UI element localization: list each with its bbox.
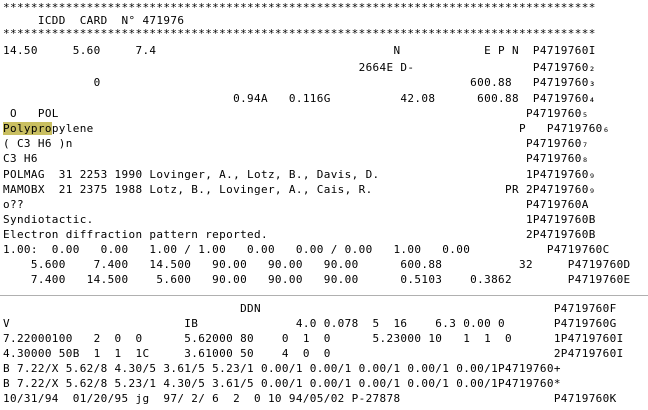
line-07: ( C3 H6 )n P4719760₇ bbox=[3, 137, 589, 150]
stars-bottom: ****************************************… bbox=[3, 27, 596, 40]
line-21-peaks: B 7.22/X 5.62/8 4.30/5 3.61/5 5.23/1 0.0… bbox=[3, 362, 561, 375]
line-06-compound-name: Polypropylene P P4719760₆ bbox=[3, 121, 610, 136]
line-15-cell: 5.600 7.400 14.500 90.00 90.00 90.00 600… bbox=[3, 258, 631, 271]
line-01: 14.50 5.60 7.4 N E P N P4719760I bbox=[3, 44, 596, 57]
line-05: O POL P4719760₅ bbox=[3, 107, 589, 120]
line-13-comment: Electron diffraction pattern reported. 2… bbox=[3, 228, 596, 241]
line-10-reference: MAMOBX 21 2375 1988 Lotz, B., Lovinger, … bbox=[3, 183, 596, 196]
line-17-ddn: DDN P4719760F bbox=[3, 302, 617, 315]
line-23-dates: 10/31/94 01/20/95 jg 97/ 2/ 6 2 0 10 94/… bbox=[3, 392, 617, 405]
line-18: V IB 4.0 0.078 5 16 6.3 0.00 0 P4719760G bbox=[3, 317, 617, 330]
line-04: 0.94A 0.116G 42.08 600.88 P4719760₄ bbox=[3, 92, 596, 105]
line-16-cell: 7.400 14.500 5.600 90.00 90.00 90.00 0.5… bbox=[3, 273, 631, 286]
icdd-card: ****************************************… bbox=[0, 0, 648, 410]
line-08: C3 H6 P4719760₈ bbox=[3, 152, 589, 165]
line-20-peaks: 4.30000 50B 1 1 1C 3.61000 50 4 0 0 2P47… bbox=[3, 347, 624, 360]
line-03: 0 600.88 P4719760₃ bbox=[3, 76, 596, 89]
line-02: 2664E D- P4719760₂ bbox=[3, 61, 596, 74]
line-19-peaks: 7.22000100 2 0 0 5.62000 80 0 1 0 5.2300… bbox=[3, 332, 624, 345]
line-09-reference: POLMAG 31 2253 1990 Lovinger, A., Lotz, … bbox=[3, 168, 596, 181]
line-11: o?? P4719760A bbox=[3, 198, 589, 211]
line-12-comment: Syndiotactic. 1P4719760B bbox=[3, 213, 596, 226]
section-divider bbox=[0, 295, 648, 296]
highlight-term: Polypro bbox=[3, 122, 52, 135]
line-14-matrix: 1.00: 0.00 0.00 1.00 / 1.00 0.00 0.00 / … bbox=[3, 243, 610, 256]
line-22-peaks: B 7.22/X 5.62/8 5.23/1 4.30/5 3.61/5 0.0… bbox=[3, 377, 561, 390]
compound-name-rest: pylene P P4719760₆ bbox=[51, 122, 610, 135]
